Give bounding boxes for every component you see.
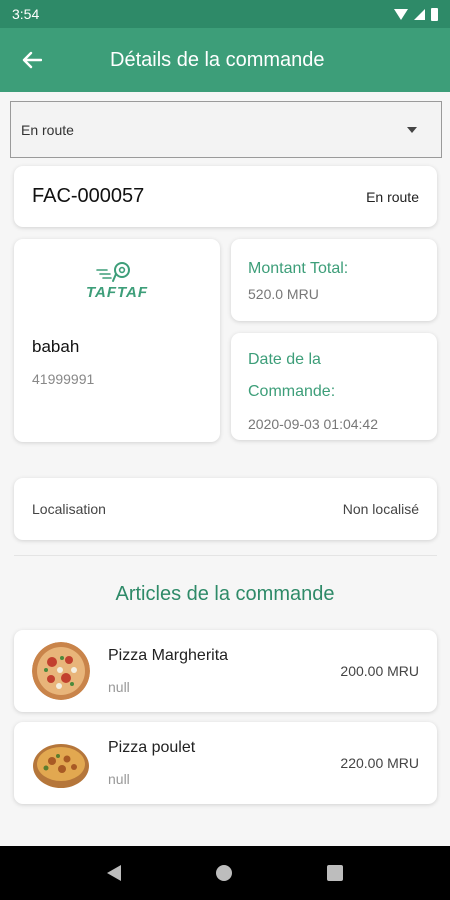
item-note: null [108,771,130,787]
back-arrow-icon[interactable] [0,28,64,92]
location-card: Localisation Non localisé [14,478,437,540]
nav-recent-apps-icon[interactable] [326,865,343,881]
system-navigation-bar [0,846,450,900]
total-value: 520.0 MRU [248,286,319,303]
status-time: 3:54 [12,6,40,22]
status-bar: 3:54 [0,0,450,28]
nav-back-icon[interactable] [107,865,122,881]
divider [14,555,437,556]
customer-phone: 41999991 [32,371,95,387]
order-date-card: Date de la Commande: 2020-09-03 01:04:42 [231,333,437,440]
wifi-icon [394,8,408,20]
chevron-down-icon [407,126,417,133]
status-dropdown[interactable]: En route [10,101,442,158]
location-value: Non localisé [342,501,419,517]
taftaf-logo: TAFTAF [32,261,202,301]
pizza-poulet-image [32,734,90,792]
list-item-info: Pizza poulet null [108,739,340,787]
order-date-value: 2020-09-03 01:04:42 [248,415,378,432]
signal-icon [414,8,425,20]
item-name: Pizza poulet [108,739,196,756]
order-date-label-line1: Date de la [248,351,321,368]
logo-text: TAFTAF [85,284,149,301]
customer-name: babah [32,337,80,356]
item-price: 220.00 MRU [340,755,419,771]
page-title: Détails de la commande [110,48,325,71]
order-id: FAC-000057 [32,185,145,207]
order-date-label-line2: Commande: [248,383,336,401]
list-item-info: Pizza Margherita null [108,647,340,695]
list-item[interactable]: Pizza poulet null 220.00 MRU [14,722,437,804]
order-summary-card: FAC-000057 En route [14,166,437,227]
location-pin-icon [96,262,130,282]
item-name: Pizza Margherita [108,647,229,664]
battery-icon [431,7,438,21]
customer-card: TAFTAF babah 41999991 [14,239,220,442]
status-dropdown-value: En route [21,121,74,138]
total-label: Montant Total: [248,260,349,277]
pizza-margherita-image [32,642,90,700]
total-amount-card: Montant Total: 520.0 MRU [231,239,437,321]
app-bar: Détails de la commande [0,28,450,92]
item-price: 200.00 MRU [340,663,419,679]
order-status: En route [366,188,419,205]
nav-home-icon[interactable] [215,865,232,881]
list-item[interactable]: Pizza Margherita null 200.00 MRU [14,630,437,712]
location-label: Localisation [32,501,106,517]
item-note: null [108,679,130,695]
status-icons [394,7,438,21]
items-section-title: Articles de la commande [115,583,335,605]
